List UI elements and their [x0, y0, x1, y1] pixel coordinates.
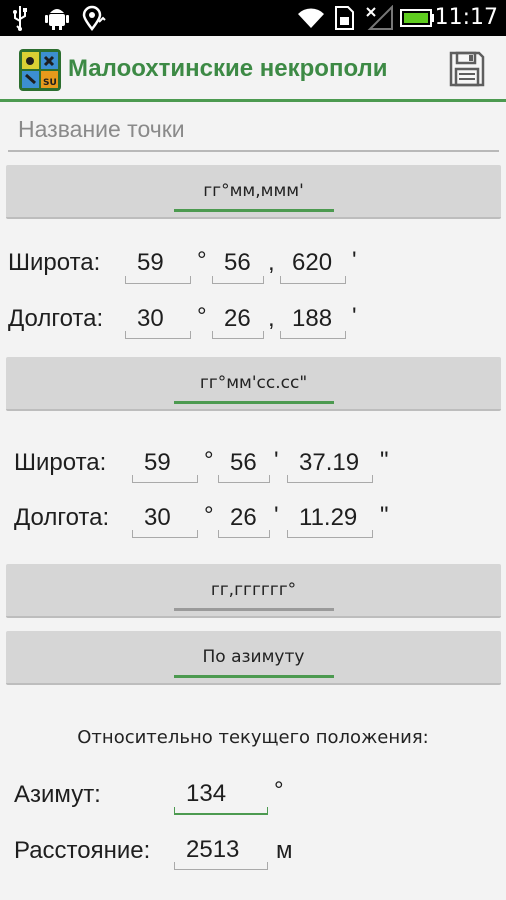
dms-lon-sec-underline	[287, 530, 373, 538]
wifi-icon	[296, 4, 326, 32]
dm-lat-comma: ,	[268, 249, 275, 276]
dms-lat-sec-underline	[287, 475, 373, 483]
dm-lon-deg-symbol: °	[197, 303, 207, 330]
dm-longitude-label: Долгота:	[8, 305, 104, 332]
dm-latitude-label: Широта:	[8, 249, 101, 276]
format-azimuth-button-label: По азимуту	[202, 647, 305, 667]
no-signal-icon	[364, 4, 394, 32]
dm-lat-min-symbol: '	[352, 247, 357, 274]
format-dm-button[interactable]: гг°мм,ммм'	[6, 165, 501, 219]
dm-lat-deg-underline	[125, 276, 191, 284]
battery-icon	[400, 4, 436, 32]
distance-unit: м	[276, 837, 293, 864]
relative-position-label: Относительно текущего положения:	[77, 727, 429, 748]
format-decimal-button[interactable]: гг,гггггг°	[6, 564, 501, 618]
dm-lon-deg-underline	[125, 331, 191, 339]
dms-lat-min-symbol: '	[274, 447, 279, 474]
dm-lon-frac-underline	[280, 331, 346, 339]
dms-lon-deg-symbol: °	[204, 502, 214, 529]
azimuth-underline	[174, 807, 268, 815]
dms-lat-deg-underline	[132, 475, 198, 483]
save-floppy-icon[interactable]	[448, 50, 486, 88]
dms-lat-deg-symbol: °	[204, 447, 214, 474]
action-bar: SU Малоохтинские некрополи	[0, 36, 506, 102]
dms-lon-min-symbol: '	[274, 502, 279, 529]
dm-lat-deg-symbol: °	[197, 247, 207, 274]
distance-underline	[174, 862, 268, 870]
azimuth-label: Азимут:	[14, 781, 101, 808]
dms-lat-min-underline	[218, 475, 270, 483]
dm-lat-min-underline	[212, 276, 264, 284]
dms-lon-min-underline	[218, 530, 270, 538]
dm-lon-comma: ,	[268, 305, 275, 332]
dm-lat-frac-underline	[280, 276, 346, 284]
dm-lon-min-underline	[212, 331, 264, 339]
format-dm-indicator	[174, 209, 334, 212]
dm-lon-min-symbol: '	[352, 303, 357, 330]
format-dms-button[interactable]: гг°мм'сс.сс"	[6, 357, 501, 411]
format-decimal-indicator	[174, 608, 334, 611]
dms-lon-sec-symbol: "	[380, 502, 389, 529]
dms-lon-deg-underline	[132, 530, 198, 538]
format-azimuth-button[interactable]: По азимуту	[6, 631, 501, 685]
usb-icon	[8, 4, 32, 32]
dms-longitude-label: Долгота:	[14, 504, 110, 531]
format-dm-button-label: гг°мм,ммм'	[203, 181, 304, 201]
distance-label: Расстояние:	[14, 837, 151, 864]
status-bar: 11:17	[0, 0, 506, 36]
point-name-input[interactable]	[8, 108, 499, 152]
android-debug-icon	[44, 4, 70, 32]
status-clock: 11:17	[434, 5, 498, 30]
dms-lat-sec-symbol: "	[380, 447, 389, 474]
format-azimuth-indicator	[174, 675, 334, 678]
azimuth-unit: °	[274, 777, 284, 804]
svg-text:SU: SU	[43, 78, 57, 88]
dms-latitude-label: Широта:	[14, 449, 107, 476]
app-logo-icon[interactable]: SU	[19, 49, 61, 91]
format-decimal-button-label: гг,гггггг°	[210, 580, 297, 600]
format-dms-indicator	[174, 401, 334, 404]
sim-icon	[332, 4, 356, 32]
location-icon	[80, 4, 108, 32]
app-title: Малоохтинские некрополи	[68, 55, 388, 82]
format-dms-button-label: гг°мм'сс.сс"	[199, 373, 308, 393]
